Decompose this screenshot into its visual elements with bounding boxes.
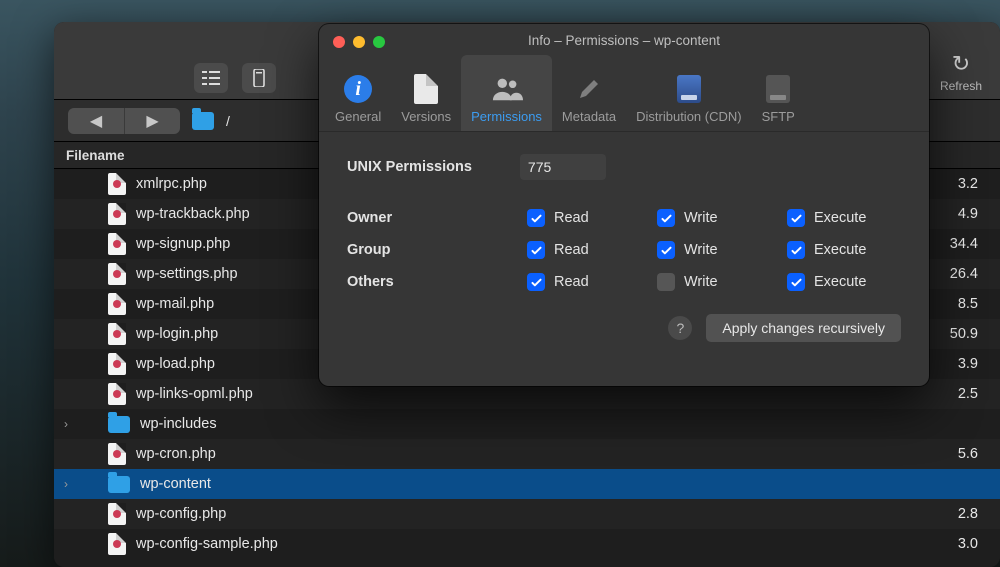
tab-metadata[interactable]: Metadata bbox=[552, 55, 626, 131]
role-label-others: Others bbox=[347, 274, 527, 290]
folder-icon bbox=[192, 112, 214, 130]
info-panel-title: Info – Permissions – wp-content bbox=[319, 24, 929, 48]
window-controls bbox=[333, 36, 385, 48]
refresh-icon: ↻ bbox=[952, 51, 970, 77]
file-icon bbox=[108, 383, 126, 405]
unix-permissions-input[interactable] bbox=[520, 154, 606, 180]
file-size: 3.9 bbox=[958, 356, 1000, 372]
checkbox-owner-read[interactable]: Read bbox=[527, 209, 657, 227]
file-icon bbox=[108, 293, 126, 315]
tab-permissions[interactable]: Permissions bbox=[461, 55, 552, 131]
checkbox-others-read[interactable]: Read bbox=[527, 273, 657, 291]
expand-chevron-icon[interactable]: › bbox=[54, 477, 78, 491]
nav-back-forward: ◀ ▶ bbox=[68, 108, 180, 134]
file-size: 26.4 bbox=[950, 266, 1000, 282]
file-name: wp-login.php bbox=[136, 326, 218, 342]
zoom-button[interactable] bbox=[373, 36, 385, 48]
perm-label: Read bbox=[554, 210, 589, 226]
file-size: 3.0 bbox=[958, 536, 1000, 552]
permissions-grid: Owner Read Write Execute Group Read Write Execu… bbox=[347, 202, 901, 298]
file-size: 3.2 bbox=[958, 176, 1000, 192]
file-icon bbox=[108, 323, 126, 345]
file-name: wp-settings.php bbox=[136, 266, 238, 282]
perm-label: Write bbox=[684, 274, 718, 290]
file-name: wp-signup.php bbox=[136, 236, 230, 252]
file-name: wp-config-sample.php bbox=[136, 536, 278, 552]
file-name: wp-content bbox=[140, 476, 211, 492]
tab-sftp[interactable]: SFTP bbox=[752, 55, 805, 131]
file-icon bbox=[108, 503, 126, 525]
file-name: wp-load.php bbox=[136, 356, 215, 372]
perm-label: Write bbox=[684, 242, 718, 258]
close-button[interactable] bbox=[333, 36, 345, 48]
unix-permissions-label: UNIX Permissions bbox=[347, 159, 472, 175]
apply-recursively-button[interactable]: Apply changes recursively bbox=[706, 314, 901, 342]
help-button[interactable]: ? bbox=[668, 316, 692, 340]
distribution-icon bbox=[677, 75, 701, 103]
file-row[interactable]: wp-config-sample.php 3.0 bbox=[54, 529, 1000, 559]
toolbar-button-1[interactable] bbox=[194, 63, 228, 93]
file-name: wp-cron.php bbox=[136, 446, 216, 462]
perm-label: Read bbox=[554, 274, 589, 290]
file-size: 50.9 bbox=[950, 326, 1000, 342]
checkbox-owner-execute[interactable]: Execute bbox=[787, 209, 927, 227]
sftp-icon bbox=[766, 75, 790, 103]
file-size: 2.5 bbox=[958, 386, 1000, 402]
file-icon bbox=[108, 233, 126, 255]
file-size: 34.4 bbox=[950, 236, 1000, 252]
role-label-owner: Owner bbox=[347, 210, 527, 226]
nav-forward-button[interactable]: ▶ bbox=[124, 108, 180, 134]
info-panel: Info – Permissions – wp-content i Genera… bbox=[319, 24, 929, 386]
expand-chevron-icon[interactable]: › bbox=[54, 417, 78, 431]
users-icon bbox=[491, 73, 523, 105]
info-icon: i bbox=[344, 75, 372, 103]
checkbox-others-write[interactable]: Write bbox=[657, 273, 787, 291]
folder-icon bbox=[108, 416, 130, 433]
file-name: xmlrpc.php bbox=[136, 176, 207, 192]
perm-label: Execute bbox=[814, 242, 866, 258]
minimize-button[interactable] bbox=[353, 36, 365, 48]
perm-label: Execute bbox=[814, 274, 866, 290]
toolbar-button-2[interactable] bbox=[242, 63, 276, 93]
file-size: 2.8 bbox=[958, 506, 1000, 522]
role-label-group: Group bbox=[347, 242, 527, 258]
file-icon bbox=[108, 203, 126, 225]
tab-distribution-cdn[interactable]: Distribution (CDN) bbox=[626, 55, 751, 131]
file-name: wp-trackback.php bbox=[136, 206, 250, 222]
refresh-label: Refresh bbox=[940, 79, 982, 93]
file-name: wp-config.php bbox=[136, 506, 226, 522]
document-icon bbox=[414, 74, 438, 104]
file-icon bbox=[108, 353, 126, 375]
file-row[interactable]: › wp-content bbox=[54, 469, 1000, 499]
nav-back-button[interactable]: ◀ bbox=[68, 108, 124, 134]
file-name: wp-includes bbox=[140, 416, 217, 432]
checkbox-group-read[interactable]: Read bbox=[527, 241, 657, 259]
file-name: wp-links-opml.php bbox=[136, 386, 253, 402]
tab-general[interactable]: i General bbox=[325, 55, 391, 131]
perm-label: Execute bbox=[814, 210, 866, 226]
file-icon bbox=[108, 443, 126, 465]
file-icon bbox=[108, 263, 126, 285]
refresh-button[interactable]: ↻ Refresh bbox=[940, 51, 982, 93]
folder-icon bbox=[108, 476, 130, 493]
perm-label: Write bbox=[684, 210, 718, 226]
file-row[interactable]: wp-config.php 2.8 bbox=[54, 499, 1000, 529]
perm-label: Read bbox=[554, 242, 589, 258]
checkbox-group-write[interactable]: Write bbox=[657, 241, 787, 259]
file-size: 5.6 bbox=[958, 446, 1000, 462]
file-icon bbox=[108, 533, 126, 555]
file-row[interactable]: wp-cron.php 5.6 bbox=[54, 439, 1000, 469]
file-size: 4.9 bbox=[958, 206, 1000, 222]
pencil-icon bbox=[573, 73, 605, 105]
path-label[interactable]: / bbox=[226, 113, 230, 129]
file-icon bbox=[108, 173, 126, 195]
tab-versions[interactable]: Versions bbox=[391, 55, 461, 131]
checkbox-others-execute[interactable]: Execute bbox=[787, 273, 927, 291]
file-row[interactable]: › wp-includes bbox=[54, 409, 1000, 439]
info-tabs: i General Versions Permissions Metadata bbox=[319, 56, 929, 132]
checkbox-group-execute[interactable]: Execute bbox=[787, 241, 927, 259]
file-name: wp-mail.php bbox=[136, 296, 214, 312]
file-size: 8.5 bbox=[958, 296, 1000, 312]
checkbox-owner-write[interactable]: Write bbox=[657, 209, 787, 227]
